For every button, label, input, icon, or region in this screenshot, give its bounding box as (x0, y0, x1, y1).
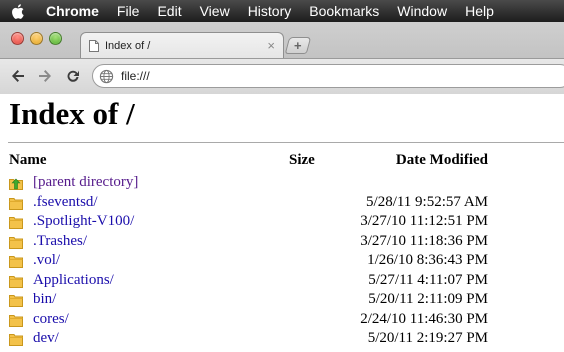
reload-icon (67, 70, 79, 82)
folder-icon (9, 314, 23, 327)
folder-icon (9, 295, 23, 307)
column-header-size[interactable]: Size (289, 152, 315, 169)
directory-row: dev/5/20/11 2:19:27 PM (9, 330, 539, 350)
menu-edit[interactable]: Edit (148, 0, 190, 22)
directory-row: .fseventsd/5/28/11 9:52:57 AM (9, 194, 539, 214)
address-bar-url: file:/// (121, 69, 150, 83)
directory-date-modified: 3/27/10 11:18:36 PM (360, 232, 488, 249)
directory-link[interactable]: cores/ (33, 311, 69, 328)
folder-icon (9, 217, 23, 229)
folder-icon (9, 334, 23, 346)
tab-index-of-root[interactable]: Index of / × (80, 32, 284, 58)
column-header-name[interactable]: Name (9, 152, 47, 169)
tab-close-icon[interactable]: × (267, 39, 275, 52)
menu-bookmarks[interactable]: Bookmarks (300, 0, 388, 22)
directory-link[interactable]: bin/ (33, 291, 56, 308)
apple-logo-icon (11, 3, 24, 19)
folder-icon (9, 275, 23, 288)
column-header-date[interactable]: Date Modified (396, 152, 488, 169)
window-controls (11, 32, 62, 45)
directory-row: .Spotlight-V100/3/27/10 11:12:51 PM (9, 213, 539, 233)
reload-button[interactable] (64, 67, 82, 85)
folder-icon (9, 256, 23, 268)
zoom-window-button[interactable] (49, 32, 62, 45)
divider (8, 142, 564, 143)
parent-directory-link[interactable]: [parent directory] (33, 174, 138, 191)
folder-icon (9, 236, 23, 249)
directory-link[interactable]: .Spotlight-V100/ (33, 213, 134, 230)
directory-link[interactable]: dev/ (33, 330, 59, 347)
close-window-button[interactable] (11, 32, 24, 45)
back-arrow-icon (12, 70, 24, 82)
menu-window[interactable]: Window (388, 0, 456, 22)
plus-icon: + (294, 38, 302, 53)
listing-header: Name Size Date Modified (9, 152, 539, 174)
directory-date-modified: 2/24/10 11:46:30 PM (360, 310, 488, 327)
menu-app-chrome[interactable]: Chrome (36, 0, 108, 22)
directory-link[interactable]: Applications/ (33, 272, 114, 289)
menu-history[interactable]: History (239, 0, 301, 22)
apple-menu-icon[interactable] (0, 3, 36, 20)
directory-link[interactable]: .vol/ (33, 252, 60, 269)
globe-icon (99, 69, 114, 83)
directory-row: cores/2/24/10 11:46:30 PM (9, 311, 539, 331)
directory-link[interactable]: .Trashes/ (33, 233, 87, 250)
directory-date-modified: 5/20/11 2:19:27 PM (367, 330, 488, 346)
directory-date-modified: 3/27/10 11:12:51 PM (360, 213, 488, 229)
directory-row: bin/5/20/11 2:11:09 PM (9, 291, 539, 311)
menu-help[interactable]: Help (456, 0, 503, 22)
up-arrow-folder-icon (9, 178, 23, 190)
directory-date-modified: 5/27/11 4:11:07 PM (368, 271, 488, 288)
directory-date-modified: 1/26/10 8:36:43 PM (367, 252, 488, 268)
menu-bar: Chrome File Edit View History Bookmarks … (0, 0, 564, 22)
forward-button[interactable] (36, 67, 54, 85)
directory-row: Applications/5/27/11 4:11:07 PM (9, 272, 539, 292)
address-bar[interactable]: file:/// (92, 64, 564, 88)
menu-file[interactable]: File (108, 0, 149, 22)
directory-row: .vol/1/26/10 8:36:43 PM (9, 252, 539, 272)
parent-directory-row: [parent directory] (9, 174, 539, 194)
directory-link[interactable]: .fseventsd/ (33, 194, 98, 211)
new-tab-button[interactable]: + (284, 37, 312, 54)
page-icon (89, 39, 99, 52)
menu-view[interactable]: View (191, 0, 239, 22)
directory-row: .Trashes/3/27/10 11:18:36 PM (9, 233, 539, 253)
forward-arrow-icon (39, 70, 51, 82)
tab-title: Index of / (105, 39, 151, 52)
back-button[interactable] (9, 67, 27, 85)
page-content: Index of / Name Size Date Modified [pare… (0, 94, 564, 352)
browser-window-frame: Index of / × + file:/// (0, 22, 564, 94)
directory-date-modified: 5/20/11 2:11:09 PM (368, 291, 488, 307)
directory-listing: Name Size Date Modified [parent director… (9, 152, 539, 350)
browser-toolbar: file:/// (0, 58, 564, 94)
folder-icon (9, 197, 23, 210)
minimize-window-button[interactable] (30, 32, 43, 45)
page-title: Index of / (9, 96, 135, 131)
directory-date-modified: 5/28/11 9:52:57 AM (366, 193, 488, 210)
